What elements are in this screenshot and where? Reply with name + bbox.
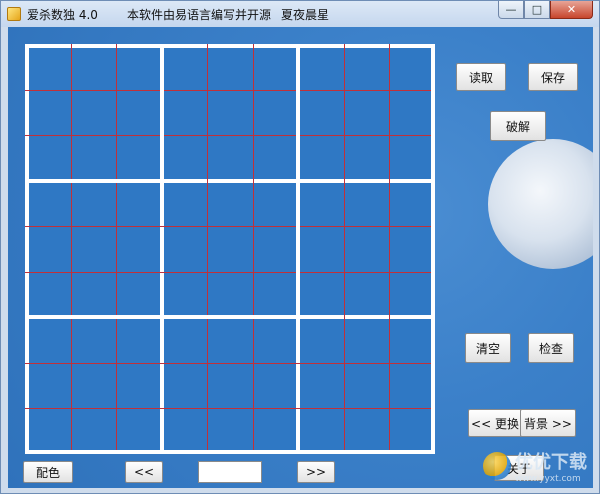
cell-line-horizontal [25,362,435,364]
title-bar[interactable]: 爱杀数独 4.0 本软件由易语言编写并开源 夏夜晨星 — □ ✕ [1,1,599,27]
puzzle-number-input[interactable] [198,461,262,483]
solve-button[interactable]: 破解 [490,111,546,141]
title-subtitle: 本软件由易语言编写并开源 [127,8,272,22]
clear-button[interactable]: 清空 [465,333,511,363]
box-line-horizontal [25,315,435,319]
close-button[interactable]: ✕ [550,1,593,19]
watermark-logo [483,452,511,480]
cell-line-vertical [70,44,72,454]
app-window: 爱杀数独 4.0 本软件由易语言编写并开源 夏夜晨星 — □ ✕ 读取 保存 破… [0,0,600,494]
maximize-button[interactable]: □ [524,1,550,19]
box-line-horizontal [25,450,435,454]
box-line-vertical [25,44,29,454]
box-line-vertical [160,44,164,454]
watermark-text: 优优下载 [515,452,587,473]
minimize-button[interactable]: — [498,1,524,19]
bg-next-button[interactable]: 背景 >> [520,409,576,437]
cell-line-horizontal [25,89,435,91]
moon-image [488,139,593,269]
bg-prev-button[interactable]: << 更换 [468,409,522,437]
color-scheme-button[interactable]: 配色 [23,461,73,483]
watermark-url: www.yyxt.com [515,474,581,484]
nav-next-button[interactable]: >> [297,461,335,483]
cell-line-vertical [252,44,254,454]
cell-line-horizontal [25,407,435,409]
app-title: 爱杀数独 4.0 [27,8,98,22]
app-icon [7,7,21,21]
save-button[interactable]: 保存 [528,63,578,91]
read-button[interactable]: 读取 [456,63,506,91]
cell-line-horizontal [25,134,435,136]
client-area: 读取 保存 破解 清空 检查 << 更换 背景 >> 关于 配色 << >> 优… [8,27,593,488]
cell-line-vertical [388,44,390,454]
nav-prev-button[interactable]: << [125,461,163,483]
title-author: 夏夜晨星 [281,8,330,22]
box-line-horizontal [25,44,435,48]
cell-line-vertical [115,44,117,454]
window-controls: — □ ✕ [498,1,593,19]
box-line-vertical [431,44,435,454]
check-button[interactable]: 检查 [528,333,574,363]
cell-line-vertical [206,44,208,454]
cell-line-horizontal [25,271,435,273]
sudoku-board[interactable] [25,44,435,454]
box-line-horizontal [25,179,435,183]
cell-line-horizontal [25,225,435,227]
cell-line-vertical [343,44,345,454]
box-line-vertical [296,44,300,454]
watermark: 优优下载 www.yyxt.com [483,448,587,484]
